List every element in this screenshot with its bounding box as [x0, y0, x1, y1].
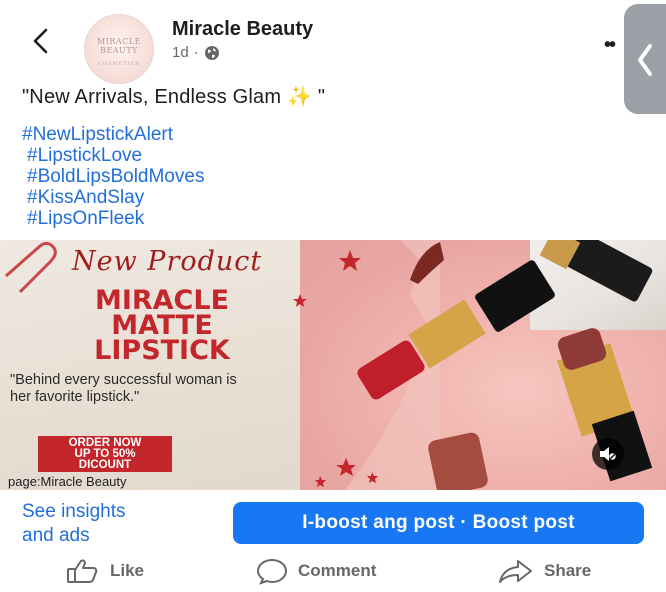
like-label: Like: [110, 561, 145, 580]
insights-line: and ads: [22, 525, 90, 546]
order-badge-line: DICOUNT: [78, 459, 132, 471]
product-title: MIRACLE MATTE LIPSTICK: [62, 287, 262, 366]
page-name[interactable]: Miracle Beauty: [172, 18, 313, 41]
comment-label: Comment: [298, 561, 377, 580]
hashtag-link[interactable]: #BoldLipsBoldMoves: [22, 166, 204, 187]
avatar-logo-text: MIRACLE BEAUTY: [97, 37, 141, 55]
post-image[interactable]: New Product MIRACLE MATTE LIPSTICK "Behi…: [0, 240, 666, 490]
mute-button[interactable]: [592, 438, 624, 470]
avatar-logo-subtext: COSMETICS: [98, 61, 140, 67]
page-credit: page:Miracle Beauty: [8, 474, 127, 489]
order-badge: ORDER NOW UP TO 50% DICOUNT: [38, 436, 172, 472]
more-icon: ••: [604, 34, 616, 56]
like-icon: [67, 559, 98, 583]
post-meta: 1d ·: [172, 44, 220, 61]
post-time: 1d: [172, 44, 189, 61]
see-insights-link[interactable]: See insights and ads: [22, 500, 126, 548]
share-label: Share: [544, 561, 592, 580]
like-button[interactable]: Like: [66, 556, 144, 586]
post-header: MIRACLE BEAUTY COSMETICS Miracle Beauty …: [0, 0, 666, 114]
post-action-bar: See insights and ads I-boost ang post · …: [0, 490, 666, 550]
chevron-left-icon: [638, 44, 652, 76]
share-button[interactable]: Share: [498, 556, 591, 586]
hashtag-link[interactable]: #LipsOnFleek: [22, 208, 204, 229]
image-quote: "Behind every successful woman is her fa…: [10, 372, 237, 405]
hashtag-link[interactable]: #LipstickLove: [22, 145, 204, 166]
comment-button[interactable]: Comment: [256, 556, 376, 586]
boost-post-button[interactable]: I-boost ang post · Boost post: [233, 502, 644, 544]
share-icon: [499, 560, 532, 583]
back-button[interactable]: [26, 24, 56, 58]
insights-line: See insights: [22, 501, 126, 522]
back-arrow-icon: [33, 28, 48, 54]
comment-icon: [256, 558, 288, 585]
post-caption: "New Arrivals, Endless Glam ✨ ": [22, 86, 326, 108]
side-panel-tab[interactable]: [624, 4, 666, 114]
hashtag-list: #NewLipstickAlert #LipstickLove #BoldLip…: [22, 124, 204, 229]
page-avatar[interactable]: MIRACLE BEAUTY COSMETICS: [84, 14, 154, 84]
hashtag-link[interactable]: #KissAndSlay: [22, 187, 204, 208]
reaction-bar: Like Comment Share: [0, 552, 666, 592]
more-options-button[interactable]: ••: [604, 34, 616, 57]
mute-icon: [600, 447, 616, 461]
product-title-line: LIPSTICK: [94, 335, 230, 366]
hashtag-link[interactable]: #NewLipstickAlert: [22, 124, 204, 145]
meta-separator: ·: [193, 44, 199, 61]
image-heading: New Product: [72, 246, 263, 277]
globe-icon: [204, 45, 219, 60]
